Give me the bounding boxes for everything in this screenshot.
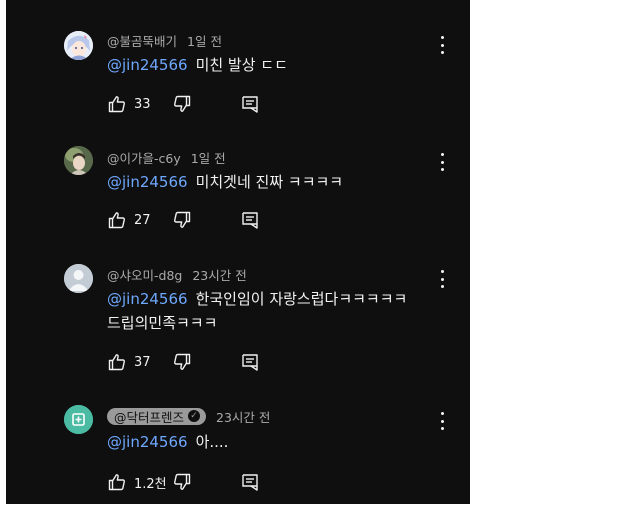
comments-panel: @불곰뚝배기 1일 전 @jin24566 미친 발상 ㄷㄷ 33 @이가을-c…	[6, 0, 470, 504]
thumbs-up-icon[interactable]	[107, 210, 127, 230]
anime-character-avatar-icon	[64, 31, 93, 60]
comment-meta: @불곰뚝배기 1일 전	[107, 31, 222, 49]
avatar[interactable]	[64, 146, 93, 175]
comment-meta: @샤오미-d8g 23시간 전	[107, 265, 247, 283]
comment-body: @jin24566 미친 발상 ㄷㄷ	[107, 53, 437, 77]
comment-time[interactable]: 1일 전	[187, 31, 222, 50]
like-count: 37	[134, 354, 151, 370]
thumbs-up-icon[interactable]	[107, 472, 127, 492]
thumbs-down-icon[interactable]	[172, 352, 192, 372]
comment-meta: @닥터프렌즈 ✓ 23시간 전	[107, 407, 270, 425]
mention-link[interactable]: @jin24566	[107, 56, 188, 74]
thumbs-down-icon[interactable]	[172, 210, 192, 230]
comment-time[interactable]: 1일 전	[191, 148, 226, 167]
comment-actions: 33	[107, 92, 260, 116]
more-options-icon[interactable]	[438, 412, 446, 430]
like-count: 1.2천	[134, 476, 167, 492]
comment-text: 한국인임이 자랑스럽다ㅋㅋㅋㅋㅋ	[195, 290, 408, 308]
like-count: 27	[134, 212, 151, 228]
like-count: 33	[134, 96, 151, 112]
comment-text: 아....	[195, 433, 229, 451]
avatar[interactable]	[64, 31, 93, 60]
author-name[interactable]: @이가을-c6y	[107, 148, 181, 167]
comment-body: @jin24566 미치겟네 진짜 ㅋㅋㅋㅋ	[107, 170, 437, 194]
comment-text-line2: 드립의민족ㅋㅋㅋ	[107, 314, 218, 332]
mention-link[interactable]: @jin24566	[107, 433, 188, 451]
reply-icon[interactable]	[240, 472, 260, 492]
comment-text: 미친 발상 ㄷㄷ	[195, 56, 288, 74]
thumbs-down-icon[interactable]	[172, 472, 192, 492]
reply-icon[interactable]	[240, 94, 260, 114]
thumbs-down-icon[interactable]	[172, 94, 192, 114]
more-options-icon[interactable]	[438, 153, 446, 171]
author-name: @닥터프렌즈	[114, 409, 185, 425]
avatar[interactable]	[64, 264, 93, 293]
thumbs-up-icon[interactable]	[107, 94, 127, 114]
comment-time[interactable]: 23시간 전	[216, 407, 270, 426]
comment-text: 미치겟네 진짜 ㅋㅋㅋㅋ	[195, 173, 344, 191]
comment-actions: 1.2천	[107, 470, 260, 494]
comment-time[interactable]: 23시간 전	[192, 265, 246, 284]
more-options-icon[interactable]	[438, 270, 446, 288]
more-options-icon[interactable]	[438, 36, 446, 54]
reply-icon[interactable]	[240, 210, 260, 230]
photo-avatar-icon	[64, 146, 93, 175]
owner-author-badge[interactable]: @닥터프렌즈 ✓	[107, 407, 207, 425]
reply-icon[interactable]	[240, 352, 260, 372]
mention-link[interactable]: @jin24566	[107, 290, 188, 308]
avatar[interactable]	[64, 405, 93, 434]
comment-body: @jin24566 아....	[107, 430, 437, 454]
mention-link[interactable]: @jin24566	[107, 173, 188, 191]
comment-meta: @이가을-c6y 1일 전	[107, 148, 226, 166]
comment-actions: 37	[107, 350, 260, 374]
channel-plus-avatar-icon	[64, 405, 93, 434]
thumbs-up-icon[interactable]	[107, 352, 127, 372]
verified-check-icon: ✓	[188, 410, 201, 422]
default-user-avatar-icon	[64, 264, 93, 293]
comment-actions: 27	[107, 208, 260, 232]
author-name[interactable]: @불곰뚝배기	[107, 31, 177, 50]
comment-body: @jin24566 한국인임이 자랑스럽다ㅋㅋㅋㅋㅋ 드립의민족ㅋㅋㅋ	[107, 287, 437, 335]
author-name[interactable]: @샤오미-d8g	[107, 265, 182, 284]
